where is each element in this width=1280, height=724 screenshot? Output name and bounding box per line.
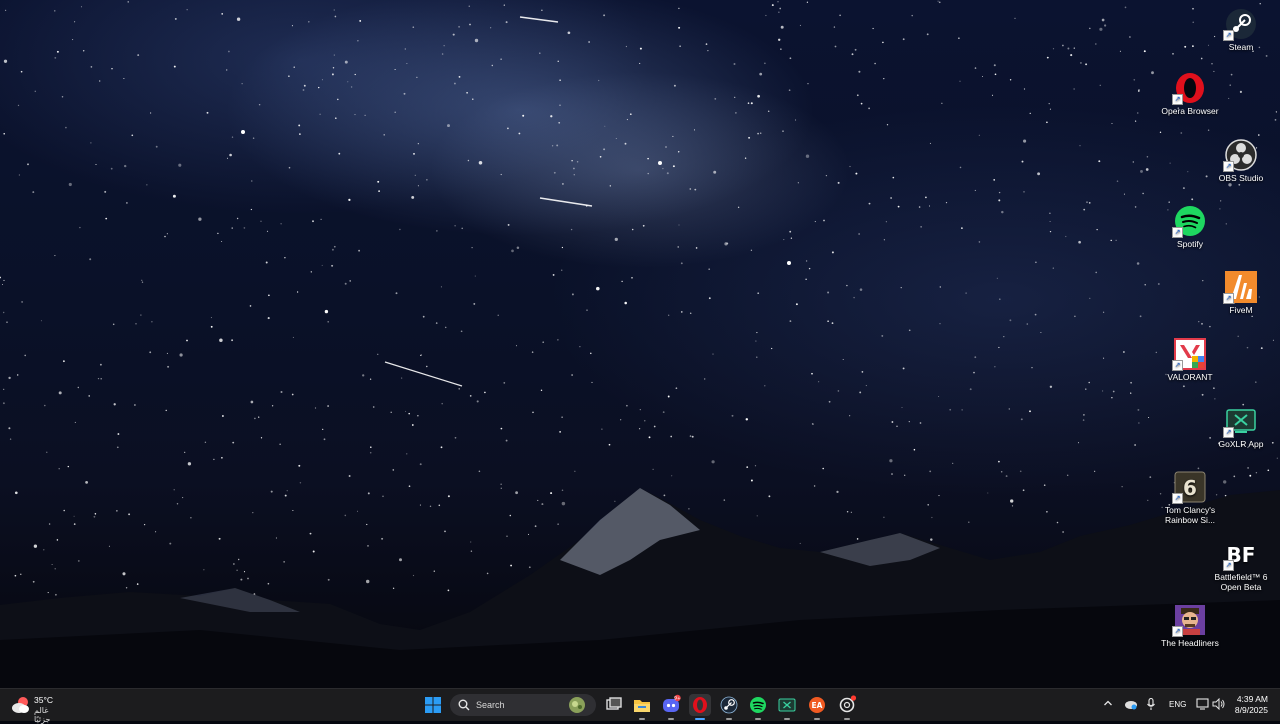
desktop-icon-opera[interactable]: ↗ Opera Browser bbox=[1158, 72, 1222, 116]
onedrive-cloud-icon[interactable] bbox=[1124, 698, 1138, 710]
svg-text:6: 6 bbox=[1183, 476, 1197, 500]
weather-cloud-icon bbox=[10, 695, 32, 715]
desktop-icon-label: Steam bbox=[1228, 42, 1254, 52]
shortcut-arrow-icon: ↗ bbox=[1223, 30, 1234, 41]
desktop-icon-rainbow-six[interactable]: 6 ↗ Tom Clancy's Rainbow Si... bbox=[1158, 471, 1222, 525]
network-icon[interactable] bbox=[1196, 698, 1209, 710]
clock-date: 8/9/2025 bbox=[1234, 705, 1268, 715]
discord-button[interactable]: 9+ bbox=[660, 694, 682, 720]
discord-icon: 9+ bbox=[663, 694, 681, 712]
ea-icon: EA bbox=[809, 697, 825, 713]
shortcut-arrow-icon: ↗ bbox=[1172, 626, 1183, 637]
desktop-icon-goxlr[interactable]: ↗ GoXLR App bbox=[1209, 405, 1273, 449]
shortcut-arrow-icon: ↗ bbox=[1172, 227, 1183, 238]
search-icon bbox=[458, 699, 470, 711]
clock-time: 4:39 AM bbox=[1236, 694, 1268, 704]
search-box[interactable]: Search bbox=[450, 694, 596, 716]
svg-text:EA: EA bbox=[812, 701, 823, 710]
start-button[interactable] bbox=[422, 694, 444, 716]
desktop-icon-label: The Headliners bbox=[1161, 638, 1219, 648]
desktop-icon-label: Opera Browser bbox=[1161, 106, 1219, 116]
opera-icon: ↗ bbox=[1172, 72, 1206, 105]
battlefield-icon: BF ↗ bbox=[1223, 538, 1257, 571]
volume-icon[interactable] bbox=[1212, 697, 1225, 711]
notification-badge: 9+ bbox=[674, 696, 681, 702]
shortcut-arrow-icon: ↗ bbox=[1172, 493, 1183, 504]
task-view-icon bbox=[606, 697, 622, 710]
shortcut-arrow-icon: ↗ bbox=[1223, 427, 1234, 438]
desktop-icon-label: GoXLR App bbox=[1218, 439, 1264, 449]
desktop-icon-label: VALORANT bbox=[1167, 372, 1213, 382]
desktop-wallpaper bbox=[0, 0, 1280, 688]
spotify-button[interactable] bbox=[747, 694, 769, 720]
spotify-icon bbox=[750, 697, 766, 713]
desktop-icon-spotify[interactable]: ↗ Spotify bbox=[1158, 205, 1222, 249]
steam-icon bbox=[720, 696, 738, 714]
spotify-icon: ↗ bbox=[1172, 205, 1206, 238]
desktop-icon-battlefield[interactable]: BF ↗ Battlefield™ 6 Open Beta bbox=[1209, 538, 1273, 592]
search-highlight-icon bbox=[569, 697, 585, 713]
fivem-icon: ↗ bbox=[1223, 271, 1257, 304]
shortcut-arrow-icon: ↗ bbox=[1223, 293, 1234, 304]
headliners-icon: ↗ bbox=[1172, 604, 1206, 637]
steam-icon: ↗ bbox=[1223, 8, 1257, 41]
system-tray: ENG bbox=[1100, 689, 1225, 721]
desktop-icon-label: Battlefield™ 6 Open Beta bbox=[1214, 572, 1268, 592]
shortcut-arrow-icon: ↗ bbox=[1223, 560, 1234, 571]
microphone-icon[interactable] bbox=[1146, 697, 1156, 711]
desktop-icon-steam[interactable]: ↗ Steam bbox=[1209, 8, 1273, 52]
weather-temp: 35°C bbox=[34, 695, 53, 705]
obs-icon: ↗ bbox=[1223, 139, 1257, 172]
opera-icon bbox=[693, 697, 707, 713]
desktop-icon-valorant[interactable]: ↗ VALORANT bbox=[1158, 338, 1222, 382]
chatgpt-button[interactable] bbox=[836, 694, 858, 720]
chatgpt-icon bbox=[839, 695, 857, 713]
shortcut-arrow-icon: ↗ bbox=[1172, 94, 1183, 105]
desktop-icon-headliners[interactable]: ↗ The Headliners bbox=[1158, 604, 1222, 648]
desktop-icon-fivem[interactable]: ↗ FiveM bbox=[1209, 271, 1273, 315]
goxlr-icon: ↗ bbox=[1223, 405, 1257, 438]
taskbar: 35°C غالم جزئيًا Search 9+ EA ENG 4:39 A… bbox=[0, 688, 1280, 724]
task-view-button[interactable] bbox=[603, 694, 625, 716]
rainbow-six-icon: 6 ↗ bbox=[1172, 471, 1206, 504]
night-sky-mountains-image bbox=[0, 0, 1280, 688]
search-placeholder: Search bbox=[476, 700, 505, 710]
file-explorer-button[interactable] bbox=[631, 694, 653, 720]
shortcut-arrow-icon: ↗ bbox=[1223, 161, 1234, 172]
goxlr-icon bbox=[778, 698, 796, 712]
desktop-icon-label: Tom Clancy's Rainbow Si... bbox=[1164, 505, 1216, 525]
opera-button[interactable] bbox=[689, 694, 711, 720]
goxlr-button[interactable] bbox=[776, 694, 798, 720]
windows-icon bbox=[425, 697, 441, 713]
taskbar-clock[interactable]: 4:39 AM 8/9/2025 bbox=[1235, 694, 1268, 716]
ea-app-button[interactable]: EA bbox=[806, 694, 828, 720]
show-hidden-icons-chevron-icon[interactable] bbox=[1103, 698, 1113, 708]
desktop-icon-obs[interactable]: ↗ OBS Studio bbox=[1209, 139, 1273, 183]
folder-icon bbox=[634, 700, 650, 712]
valorant-icon: ↗ bbox=[1172, 338, 1206, 371]
language-indicator[interactable]: ENG bbox=[1169, 700, 1186, 709]
desktop-icon-label: OBS Studio bbox=[1218, 173, 1264, 183]
shortcut-arrow-icon: ↗ bbox=[1172, 360, 1183, 371]
weather-desc: غالم جزئيًا bbox=[34, 706, 51, 724]
steam-button[interactable] bbox=[718, 694, 740, 720]
desktop-icon-label: FiveM bbox=[1229, 305, 1253, 315]
desktop-icon-label: Spotify bbox=[1177, 239, 1203, 249]
